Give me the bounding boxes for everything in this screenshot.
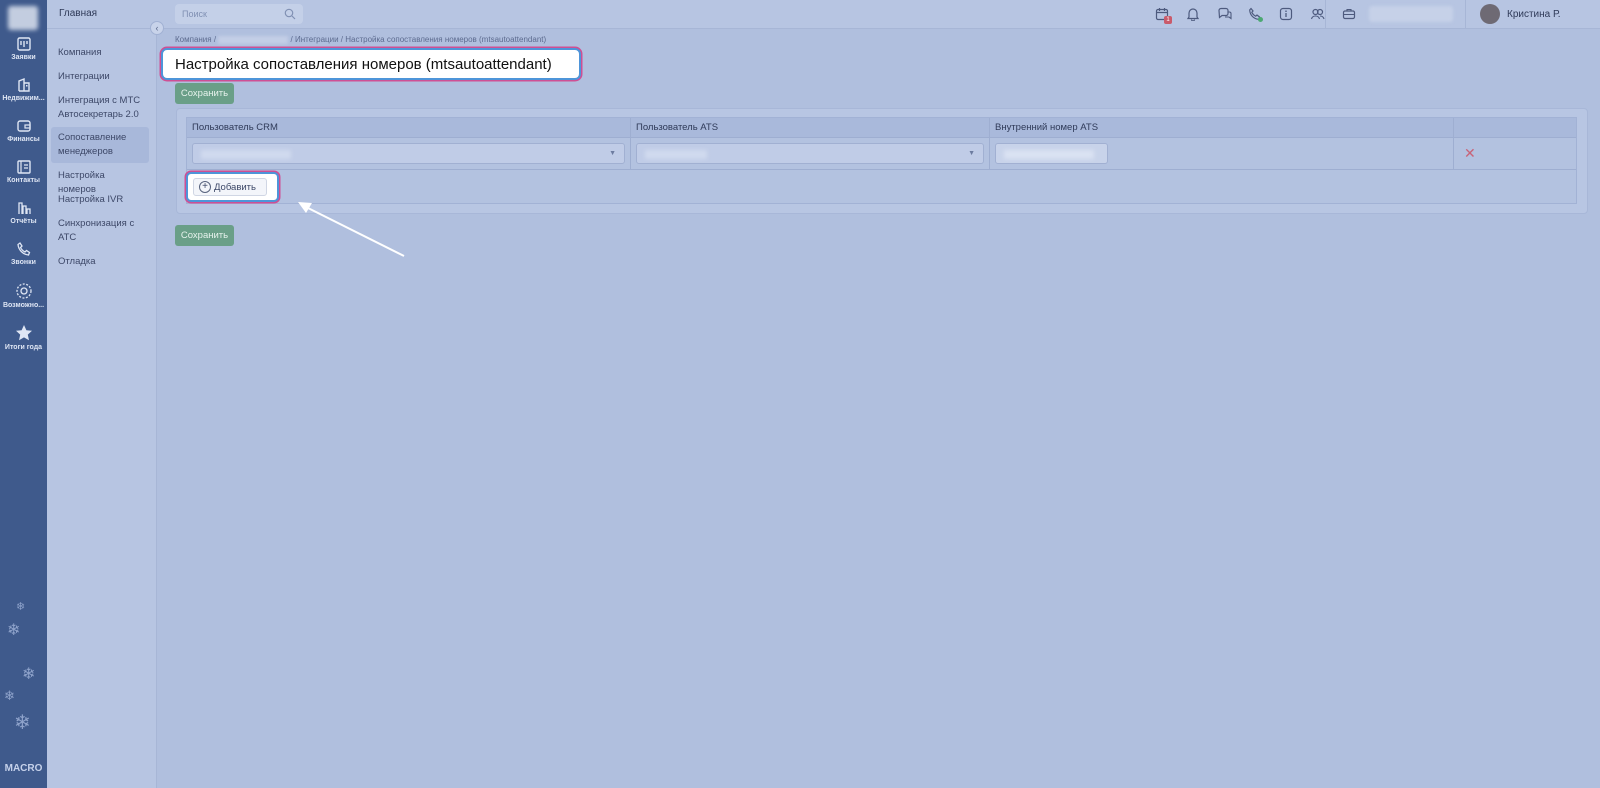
- rail-label: Недвижим...: [2, 95, 45, 102]
- submenu-item-debug[interactable]: Отладка: [51, 251, 149, 273]
- breadcrumb-separator: /: [290, 35, 293, 44]
- page-title: Настройка сопоставления номеров (mtsauto…: [175, 56, 552, 73]
- column-header-ats-extension: Внутренний номер ATS: [995, 122, 1099, 133]
- rail-label: Итоги года: [4, 344, 43, 351]
- ats-user-value: [645, 150, 707, 159]
- rail-item-reports[interactable]: Отчёты: [0, 200, 47, 225]
- column-header-ats-user: Пользователь ATS: [636, 122, 719, 133]
- home-link[interactable]: Главная: [59, 8, 97, 19]
- crm-user-select[interactable]: ▼: [192, 143, 625, 164]
- rail-item-finance[interactable]: Финансы: [0, 118, 47, 143]
- add-button-highlight: + Добавить: [186, 172, 279, 202]
- search-placeholder: Поиск: [182, 9, 207, 19]
- notifications-button[interactable]: [1186, 7, 1201, 22]
- top-header: Главная Поиск 1 Кристина Р.: [47, 0, 1600, 29]
- info-icon: [1279, 7, 1293, 21]
- collapse-submenu-button[interactable]: ‹: [150, 21, 164, 35]
- workspace-selector[interactable]: [1369, 6, 1453, 22]
- submenu-item-manager-mapping[interactable]: Сопоставление менеджеров: [51, 127, 149, 163]
- breadcrumb: Компания / / Интеграции / Настройка сопо…: [175, 35, 546, 44]
- submenu-item-company[interactable]: Компания: [51, 42, 149, 64]
- rail-label: Контакты: [6, 177, 40, 184]
- plus-circle-icon: +: [199, 181, 211, 193]
- submenu-item-ivr-settings[interactable]: Настройка IVR: [51, 189, 149, 211]
- annotation-arrow: [298, 202, 405, 257]
- chevron-down-icon: ▼: [609, 150, 616, 157]
- contacts-icon: [16, 160, 31, 174]
- mapping-table: Пользователь CRM Пользователь ATS Внутре…: [186, 117, 1577, 204]
- star-icon: [15, 325, 32, 341]
- breadcrumb-company[interactable]: Компания: [175, 35, 212, 44]
- ats-user-select[interactable]: ▼: [636, 143, 984, 164]
- rail-label: Звонки: [11, 259, 36, 266]
- crm-user-value: [201, 150, 291, 159]
- calendar-badge: 1: [1164, 16, 1172, 24]
- reports-icon: [17, 202, 31, 214]
- workspace-button[interactable]: [1342, 7, 1357, 22]
- add-row-button[interactable]: + Добавить: [193, 178, 267, 196]
- company-logo[interactable]: [8, 6, 38, 30]
- rail-item-requests[interactable]: Заявки: [0, 36, 47, 61]
- submenu-item-mts-integration[interactable]: Интеграция с МТС Автосекретарь 2.0: [51, 90, 149, 126]
- table-row: ▼ ▼ ✕: [187, 138, 1576, 170]
- delete-row-icon[interactable]: ✕: [1464, 145, 1476, 162]
- ats-extension-value: [1004, 150, 1094, 159]
- phone-icon: [16, 242, 30, 256]
- rail-item-features[interactable]: Возможно...: [0, 282, 47, 309]
- rail-item-realty[interactable]: Недвижим...: [0, 77, 47, 102]
- brand-label: MACRO: [4, 763, 43, 774]
- chevron-down-icon: ▼: [968, 150, 975, 157]
- breadcrumb-separator: /: [213, 35, 217, 44]
- save-button-top[interactable]: Сохранить: [175, 83, 234, 104]
- breadcrumb-separator: /: [340, 35, 344, 44]
- team-button[interactable]: [1310, 7, 1325, 22]
- ats-extension-input[interactable]: [995, 143, 1108, 164]
- breadcrumb-integrations[interactable]: Интеграции: [295, 35, 339, 44]
- rail-item-contacts[interactable]: Контакты: [0, 159, 47, 184]
- chevron-left-icon: ‹: [155, 23, 159, 33]
- header-divider: [1325, 0, 1326, 29]
- page-title-highlight: Настройка сопоставления номеров (mtsauto…: [161, 48, 581, 80]
- search-icon: [284, 8, 296, 20]
- phone-status-button[interactable]: [1248, 7, 1263, 22]
- rail-label: Заявки: [11, 54, 36, 61]
- rail-label: Возможно...: [2, 302, 45, 309]
- info-button[interactable]: [1279, 7, 1294, 22]
- wallet-icon: [16, 120, 31, 132]
- chat-icon: [1218, 7, 1232, 20]
- snowflake-decoration: ❄ ❄ ❄ ❄ ❄: [4, 601, 36, 734]
- submenu-item-ats-sync[interactable]: Синхронизация с АТС: [51, 213, 149, 249]
- users-icon: [1310, 8, 1325, 20]
- rail-label: Финансы: [7, 136, 40, 143]
- add-row-label: Добавить: [214, 182, 256, 193]
- user-name[interactable]: Кристина Р.: [1507, 9, 1561, 20]
- table-header: Пользователь CRM Пользователь ATS Внутре…: [187, 118, 1576, 138]
- online-status-dot: [1258, 17, 1263, 22]
- avatar[interactable]: [1480, 4, 1500, 24]
- bell-icon: [1186, 8, 1200, 22]
- save-button-bottom[interactable]: Сохранить: [175, 225, 234, 246]
- header-divider: [1465, 0, 1466, 29]
- rail-item-year-results[interactable]: Итоги года: [0, 324, 47, 351]
- column-header-crm-user: Пользователь CRM: [192, 122, 278, 133]
- building-icon: [17, 77, 30, 92]
- requests-icon: [16, 37, 31, 51]
- search-input[interactable]: Поиск: [175, 4, 303, 24]
- briefcase-icon: [1342, 8, 1356, 20]
- rail-item-calls[interactable]: Звонки: [0, 241, 47, 266]
- breadcrumb-current: Настройка сопоставления номеров (mtsauto…: [345, 35, 547, 44]
- rail-label: Отчёты: [10, 218, 37, 225]
- submenu-item-integrations[interactable]: Интеграции: [51, 66, 149, 88]
- settings-submenu: Компания Интеграции Интеграция с МТС Авт…: [47, 29, 157, 788]
- gear-icon: [15, 283, 32, 299]
- breadcrumb-hidden-item[interactable]: [218, 35, 289, 44]
- chat-button[interactable]: [1217, 7, 1232, 22]
- left-rail: Заявки Недвижим... Финансы Контакты Отчё…: [0, 0, 47, 788]
- calendar-button[interactable]: 1: [1155, 7, 1172, 24]
